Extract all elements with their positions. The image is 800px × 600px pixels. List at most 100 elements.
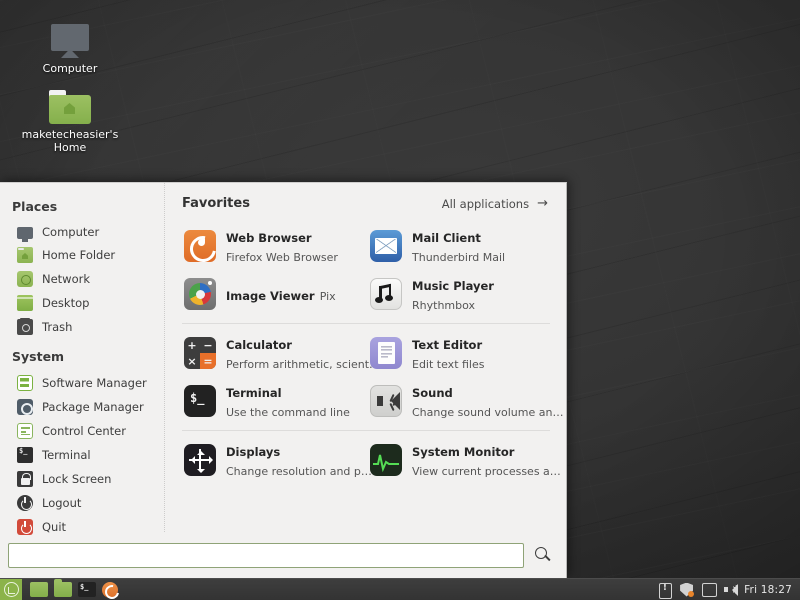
- favorite-name: Web Browser: [226, 231, 312, 245]
- terminal-icon[interactable]: [78, 582, 96, 597]
- arrow-right-icon: →: [537, 196, 548, 211]
- menu-sidebar: Places Computer Home Folder Network Desk…: [0, 183, 165, 532]
- favorites-separator: [182, 323, 550, 324]
- search-input[interactable]: [8, 543, 524, 568]
- desktop-icon-home[interactable]: maketecheasier's Home: [18, 80, 122, 154]
- firefox-icon[interactable]: [102, 582, 118, 598]
- window-list[interactable]: [126, 579, 657, 600]
- favorite-text: Sound Change sound volume an…: [412, 382, 547, 420]
- package-manager-icon: [17, 399, 33, 415]
- system-heading: System: [0, 339, 164, 371]
- places-heading: Places: [0, 195, 164, 221]
- favorite-name: Mail Client: [412, 231, 481, 245]
- favorite-desc: Perform arithmetic, scient…: [226, 358, 380, 371]
- trash-icon: [17, 319, 33, 335]
- text-editor-icon: [370, 337, 402, 369]
- sidebar-item-label: Trash: [42, 320, 72, 334]
- sidebar-item-logout[interactable]: Logout: [0, 491, 164, 515]
- favorite-text: Web Browser Firefox Web Browser: [226, 227, 361, 265]
- lock-icon: [17, 471, 33, 487]
- favorite-desc: Thunderbird Mail: [412, 251, 505, 264]
- thunderbird-icon: [370, 230, 402, 262]
- favorite-name: Calculator: [226, 338, 292, 352]
- sidebar-item-label: Control Center: [42, 424, 126, 438]
- home-folder-icon: [17, 247, 33, 263]
- sidebar-item-terminal[interactable]: Terminal: [0, 443, 164, 467]
- favorite-desc: Edit text files: [412, 358, 485, 371]
- menu-button[interactable]: [0, 579, 22, 600]
- control-center-icon: [17, 423, 33, 439]
- update-manager-icon[interactable]: [657, 582, 672, 597]
- favorite-text: Music Player Rhythmbox: [412, 275, 547, 313]
- calc-key: =: [200, 353, 216, 369]
- volume-icon[interactable]: [723, 582, 738, 597]
- favorite-mail-client[interactable]: Mail Client Thunderbird Mail: [366, 222, 552, 270]
- favorite-name: Music Player: [412, 279, 494, 293]
- favorites-pane: Favorites All applications → Web Browser…: [165, 183, 566, 532]
- favorite-terminal[interactable]: Terminal Use the command line: [180, 377, 366, 425]
- favorite-sound[interactable]: Sound Change sound volume an…: [366, 377, 552, 425]
- sidebar-item-home-folder[interactable]: Home Folder: [0, 243, 164, 267]
- calculator-icon: + − × =: [184, 337, 216, 369]
- sidebar-item-lock-screen[interactable]: Lock Screen: [0, 467, 164, 491]
- sidebar-item-package-manager[interactable]: Package Manager: [0, 395, 164, 419]
- all-applications-label: All applications: [442, 197, 529, 211]
- favorite-name: Image Viewer: [226, 289, 315, 303]
- network-icon: [17, 271, 33, 287]
- favorite-music-player[interactable]: Music Player Rhythmbox: [366, 270, 552, 318]
- favorite-desc: Use the command line: [226, 406, 350, 419]
- favorite-desc: Rhythmbox: [412, 299, 475, 312]
- rhythmbox-icon: [370, 278, 402, 310]
- sidebar-item-computer[interactable]: Computer: [0, 221, 164, 243]
- all-applications-button[interactable]: All applications →: [442, 196, 548, 211]
- firewall-shield-icon[interactable]: [679, 582, 694, 597]
- favorite-displays[interactable]: Displays Change resolution and p…: [180, 436, 366, 484]
- favorites-separator: [182, 430, 550, 431]
- linux-mint-logo-icon: [4, 582, 19, 597]
- favorite-desc: View current processes a…: [412, 465, 561, 478]
- sound-icon: [370, 385, 402, 417]
- favorite-calculator[interactable]: + − × = Calculator Perform arithmetic, s…: [180, 329, 366, 377]
- sidebar-item-trash[interactable]: Trash: [0, 315, 164, 339]
- favorite-image-viewer[interactable]: Image Viewer Pix: [180, 270, 366, 318]
- desktop-icon: [17, 295, 33, 311]
- displays-icon: [184, 444, 216, 476]
- favorite-text: Mail Client Thunderbird Mail: [412, 227, 547, 265]
- favorite-text: Displays Change resolution and p…: [226, 441, 361, 479]
- favorites-grid: Web Browser Firefox Web Browser Mail Cli…: [180, 222, 552, 484]
- calc-key: −: [200, 337, 216, 353]
- favorite-name: System Monitor: [412, 445, 514, 459]
- files-icon[interactable]: [54, 582, 72, 597]
- favorite-text: Terminal Use the command line: [226, 382, 361, 420]
- desktop-icon-computer[interactable]: Computer: [18, 14, 122, 75]
- clock[interactable]: Fri 18:27: [744, 584, 800, 596]
- software-manager-icon: [17, 375, 33, 391]
- sidebar-item-desktop[interactable]: Desktop: [0, 291, 164, 315]
- desktop-icon-label: Computer: [18, 62, 122, 75]
- favorite-desc: Pix: [320, 290, 336, 303]
- sidebar-item-control-center[interactable]: Control Center: [0, 419, 164, 443]
- system-monitor-icon: [370, 444, 402, 476]
- favorite-name: Text Editor: [412, 338, 482, 352]
- application-menu[interactable]: Places Computer Home Folder Network Desk…: [0, 182, 567, 578]
- sidebar-item-label: Network: [42, 272, 90, 286]
- firefox-icon: [184, 230, 216, 262]
- favorite-text-editor[interactable]: Text Editor Edit text files: [366, 329, 552, 377]
- sidebar-item-software-manager[interactable]: Software Manager: [0, 371, 164, 395]
- menu-search-row: [0, 532, 566, 578]
- favorite-desc: Change sound volume an…: [412, 406, 563, 419]
- favorite-system-monitor[interactable]: System Monitor View current processes a…: [366, 436, 552, 484]
- favorites-header: Favorites All applications →: [180, 196, 552, 222]
- favorite-web-browser[interactable]: Web Browser Firefox Web Browser: [180, 222, 366, 270]
- sidebar-item-label: Software Manager: [42, 376, 147, 390]
- favorite-name: Sound: [412, 386, 453, 400]
- sidebar-item-label: Computer: [42, 225, 99, 239]
- sidebar-item-label: Logout: [42, 496, 81, 510]
- show-desktop-icon[interactable]: [30, 582, 48, 597]
- screen-icon[interactable]: [701, 582, 716, 597]
- computer-icon: [18, 14, 122, 58]
- calc-key: ×: [184, 353, 200, 369]
- search-icon[interactable]: [534, 546, 552, 564]
- sidebar-item-network[interactable]: Network: [0, 267, 164, 291]
- logout-icon: [17, 495, 33, 511]
